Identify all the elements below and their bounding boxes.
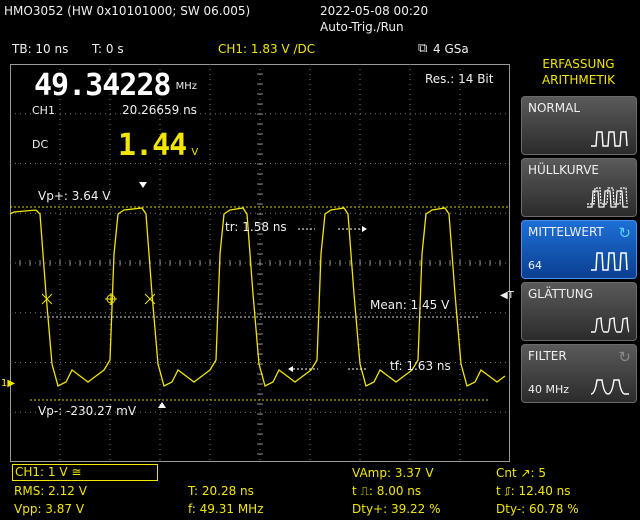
vamp-measurement: VAmp: 3.37 V <box>352 466 434 480</box>
voltage-unit: V <box>191 147 199 158</box>
rms-measurement: RMS: 2.12 V <box>14 484 87 498</box>
channel-scale-box[interactable]: CH1: 1 V ≅ <box>12 464 158 481</box>
menu-envelope-button[interactable]: HÜLLKURVE <box>521 158 637 217</box>
menu-filter-button[interactable]: FILTER ↻ 40 MHz <box>521 344 637 403</box>
resolution-readout: Res.: 14 Bit <box>425 72 494 86</box>
sample-rate: 4 GSa <box>433 42 469 56</box>
smoothing-wave-icon <box>591 317 630 333</box>
menu-average-button[interactable]: MITTELWERT ↻ 64 <box>521 220 637 279</box>
rotary-knob-icon: ↻ <box>618 348 631 366</box>
period-measurement: T: 20.28 ns <box>188 484 254 498</box>
normal-wave-icon <box>591 131 628 147</box>
channel-ground-marker[interactable]: 1▶ <box>1 378 15 389</box>
datetime: 2022-05-08 00:20 <box>320 4 429 18</box>
trigger-level-marker[interactable]: ◀T <box>500 290 514 301</box>
vpp-measurement: Vpp: 3.87 V <box>14 502 85 516</box>
memory-icon: ⧉ <box>418 41 428 56</box>
mean-label: Mean: 1.45 V <box>370 298 450 312</box>
trigger-time[interactable]: T: 0 s <box>92 42 124 56</box>
acquisition-menu: ERFASSUNG ARITHMETIK NORMAL HÜLLKURVE MI… <box>517 56 640 408</box>
menu-filter-value: 40 MHz <box>528 383 570 396</box>
voltage-value: 1.44 <box>118 128 187 163</box>
duty-pos-measurement: Dty+: 39.22 % <box>352 502 441 516</box>
envelope-wave-icon <box>587 187 628 208</box>
frequency-measurement: f: 49.31 MHz <box>188 502 264 516</box>
menu-title-line1: ERFASSUNG <box>542 57 615 71</box>
menu-normal-button[interactable]: NORMAL <box>521 96 637 155</box>
rotary-knob-icon: ↻ <box>618 224 631 242</box>
frequency-unit: MHz <box>175 81 197 92</box>
fall-time-label: tf: 1.63 ns <box>390 359 451 373</box>
pulse-width-pos-measurement: t ⎍: 8.00 ns <box>352 484 422 498</box>
coupling-readout: DC <box>32 138 49 151</box>
pulse-width-neg-measurement: t ⎎: 12.40 ns <box>496 484 571 498</box>
rise-time-label: tr: 1.58 ns <box>225 220 287 234</box>
vp-plus-label: Vp+: 3.64 V <box>38 189 111 203</box>
filter-wave-icon <box>590 379 629 395</box>
vp-minus-label: Vp-: -230.27 mV <box>38 404 137 418</box>
channel-setting[interactable]: CH1: 1.83 V ∕DC <box>218 42 315 56</box>
frequency-value: 49.34228 <box>34 68 171 103</box>
oscilloscope-screen: HMO3052 (HW 0x10101000; SW 06.005) 2022-… <box>0 0 640 520</box>
menu-smoothing-button[interactable]: GLÄTTUNG <box>521 282 637 341</box>
duty-neg-measurement: Dty-: 60.78 % <box>496 502 579 516</box>
trigger-mode: Auto-Trig./Run <box>320 20 404 34</box>
frequency-readout: 49.34228 MHz <box>34 68 197 103</box>
waveform-display[interactable] <box>10 64 510 462</box>
menu-filter-label: FILTER <box>528 349 567 363</box>
timebase[interactable]: TB: 10 ns <box>12 42 68 56</box>
channel-scale-label: CH1: 1 V ≅ <box>15 465 82 479</box>
average-wave-icon <box>591 252 628 271</box>
info-bar: TB: 10 ns T: 0 s CH1: 1.83 V ∕DC ⧉ 4 GSa <box>0 40 520 60</box>
readout-channel: CH1 <box>32 104 55 117</box>
menu-envelope-label: HÜLLKURVE <box>528 163 599 177</box>
voltage-readout: 1.44 V <box>118 128 198 163</box>
menu-normal-label: NORMAL <box>528 101 581 115</box>
device-info: HMO3052 (HW 0x10101000; SW 06.005) <box>4 4 251 18</box>
menu-average-value: 64 <box>528 259 542 272</box>
menu-title: ERFASSUNG ARITHMETIK <box>517 56 640 88</box>
menu-smoothing-label: GLÄTTUNG <box>528 287 594 301</box>
period-readout: 20.26659 ns <box>122 103 197 117</box>
menu-title-line2: ARITHMETIK <box>541 73 616 87</box>
menu-average-label: MITTELWERT <box>528 225 604 239</box>
title-bar: HMO3052 (HW 0x10101000; SW 06.005) 2022-… <box>0 0 640 38</box>
measurement-panel: CH1: 1 V ≅ RMS: 2.12 V Vpp: 3.87 V T: 20… <box>0 462 640 520</box>
count-measurement: Cnt ↗: 5 <box>496 466 547 480</box>
